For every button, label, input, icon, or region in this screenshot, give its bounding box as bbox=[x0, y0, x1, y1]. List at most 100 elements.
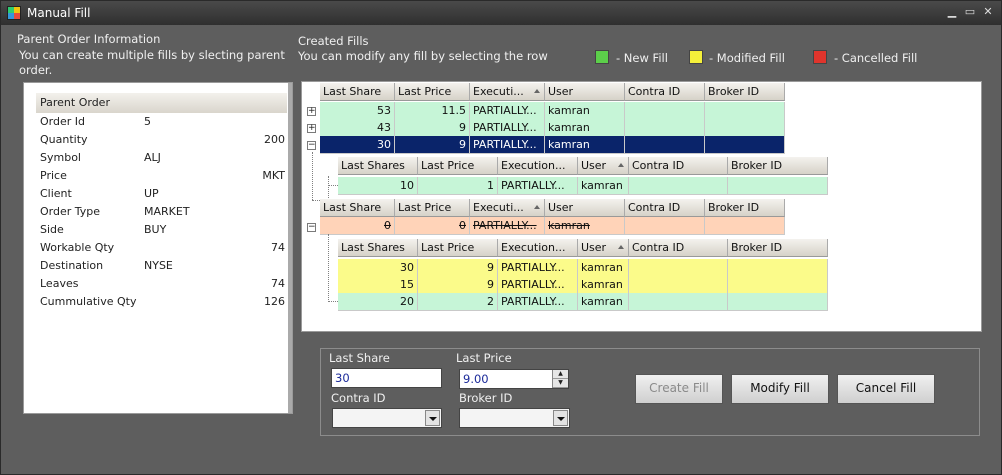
close-icon[interactable]: ✕ bbox=[981, 5, 995, 19]
minimize-icon[interactable]: ▁ bbox=[945, 5, 959, 19]
maximize-icon[interactable]: ▭ bbox=[963, 5, 977, 19]
grid-cell-contra-id bbox=[625, 119, 705, 137]
grid-cell-user: kamran bbox=[578, 177, 629, 195]
modify-fill-button[interactable]: Modify Fill bbox=[731, 374, 829, 404]
column-header-label: Broker ID bbox=[708, 85, 760, 98]
column-header[interactable]: Contra ID bbox=[629, 157, 728, 175]
grid-cell-user: kamran bbox=[578, 259, 629, 277]
column-header-label: Contra ID bbox=[632, 241, 685, 254]
chevron-down-icon[interactable] bbox=[553, 410, 568, 426]
grid-cell-last-price: 2 bbox=[418, 293, 498, 311]
column-header[interactable]: Executi... bbox=[470, 83, 545, 101]
last-share-label: Last Share bbox=[329, 351, 390, 365]
column-header[interactable]: Last Price bbox=[395, 199, 470, 217]
sort-ascending-icon bbox=[618, 163, 624, 167]
collapse-icon[interactable]: − bbox=[307, 223, 316, 232]
grid-cell-last-price: 9 bbox=[418, 259, 498, 277]
grid-cell-user: kamran bbox=[545, 136, 625, 154]
column-header-label: Broker ID bbox=[731, 159, 783, 172]
grid-cell-contra-id bbox=[629, 177, 728, 195]
column-header[interactable]: Broker ID bbox=[728, 239, 828, 257]
column-header-label: User bbox=[548, 85, 574, 98]
grid-cell-last-price: 9 bbox=[418, 276, 498, 294]
last-share-input[interactable]: 30 bbox=[331, 368, 442, 388]
collapse-icon[interactable]: − bbox=[307, 141, 316, 150]
column-header-label: Last Price bbox=[421, 241, 475, 254]
column-header[interactable]: Contra ID bbox=[625, 83, 705, 101]
expand-icon[interactable]: + bbox=[307, 107, 316, 116]
column-header[interactable]: Last Share bbox=[320, 199, 395, 217]
legend-new-label: - New Fill bbox=[616, 51, 668, 65]
create-fill-button[interactable]: Create Fill bbox=[635, 374, 723, 404]
column-header-label: User bbox=[581, 159, 607, 172]
grid-cell-contra-id bbox=[629, 293, 728, 311]
grid-cell-last-price: 1 bbox=[418, 177, 498, 195]
last-price-stepper[interactable]: 9.00 ▲ ▼ bbox=[459, 369, 569, 389]
parent-order-value: 74 bbox=[271, 241, 285, 254]
column-header[interactable]: User bbox=[545, 199, 625, 217]
fills-section-subtitle: You can modify any fill by selecting the… bbox=[298, 49, 548, 63]
column-header-label: Last Price bbox=[398, 85, 452, 98]
column-header[interactable]: Contra ID bbox=[625, 199, 705, 217]
expand-icon[interactable]: + bbox=[307, 124, 316, 133]
column-header[interactable]: Broker ID bbox=[705, 199, 785, 217]
grid-cell-execution: PARTIALLY... bbox=[498, 276, 578, 294]
column-header[interactable]: Contra ID bbox=[629, 239, 728, 257]
parent-order-panel: Parent Order Order Id 5 Quantity 200 Symbol A… bbox=[23, 82, 293, 414]
sort-ascending-icon bbox=[618, 245, 624, 249]
column-header-label: Last Share bbox=[323, 201, 382, 214]
chevron-down-icon[interactable] bbox=[425, 410, 440, 426]
parent-panel-scrollbar[interactable] bbox=[288, 83, 292, 413]
grid-cell-last-price: 9 bbox=[395, 136, 470, 154]
spin-up-icon[interactable]: ▲ bbox=[553, 370, 568, 379]
parent-section-title: Parent Order Information bbox=[17, 32, 161, 46]
tree-connector bbox=[328, 185, 338, 186]
column-header[interactable]: Execution... bbox=[498, 157, 578, 175]
parent-order-key: Order Id bbox=[40, 115, 85, 128]
parent-order-row: Cummulative Qty 126 bbox=[36, 293, 287, 311]
grid-cell-user: kamran bbox=[545, 119, 625, 137]
column-header[interactable]: Last Shares bbox=[338, 157, 418, 175]
column-header[interactable]: User bbox=[578, 239, 629, 257]
grid-cell-broker-id bbox=[705, 136, 785, 154]
broker-id-select[interactable] bbox=[459, 408, 570, 428]
column-header[interactable]: User bbox=[578, 157, 629, 175]
column-header[interactable]: Last Share bbox=[320, 83, 395, 101]
parent-order-key: Workable Qty bbox=[40, 241, 115, 254]
parent-order-key: Symbol bbox=[40, 151, 81, 164]
parent-order-row: Symbol ALJ bbox=[36, 149, 287, 167]
column-header[interactable]: Broker ID bbox=[728, 157, 828, 175]
parent-section-subtitle: You can create multiple fills by slectin… bbox=[19, 48, 285, 77]
grid-cell-execution: PARTIALLY... bbox=[470, 217, 545, 235]
contra-id-select[interactable] bbox=[332, 408, 442, 428]
parent-order-value: 200 bbox=[264, 133, 285, 146]
column-header[interactable]: User bbox=[545, 83, 625, 101]
parent-order-key: Cummulative Qty bbox=[40, 295, 137, 308]
spin-down-icon[interactable]: ▼ bbox=[553, 379, 568, 388]
column-header[interactable]: Broker ID bbox=[705, 83, 785, 101]
last-price-spin[interactable]: ▲ ▼ bbox=[552, 370, 568, 388]
column-header-label: Executi... bbox=[473, 201, 524, 214]
column-header-label: Contra ID bbox=[632, 159, 685, 172]
parent-order-value: NYSE bbox=[144, 259, 173, 272]
cancel-fill-button[interactable]: Cancel Fill bbox=[837, 374, 935, 404]
column-header[interactable]: Last Price bbox=[418, 239, 498, 257]
column-header[interactable]: Last Price bbox=[395, 83, 470, 101]
grid-cell-broker-id bbox=[728, 177, 828, 195]
column-header[interactable]: Last Shares bbox=[338, 239, 418, 257]
column-header[interactable]: Execution... bbox=[498, 239, 578, 257]
legend-modified-swatch bbox=[689, 50, 703, 64]
grid-cell-broker-id bbox=[728, 276, 828, 294]
parent-order-value: 126 bbox=[264, 295, 285, 308]
sort-ascending-icon bbox=[534, 89, 540, 93]
column-header-label: Last Price bbox=[398, 201, 452, 214]
parent-order-value: MARKET bbox=[144, 205, 190, 218]
column-header[interactable]: Executi... bbox=[470, 199, 545, 217]
last-price-label: Last Price bbox=[456, 351, 512, 365]
parent-order-row: Destination NYSE bbox=[36, 257, 287, 275]
column-header-label: Contra ID bbox=[628, 201, 681, 214]
grid-cell-user: kamran bbox=[545, 217, 625, 235]
column-header[interactable]: Last Price bbox=[418, 157, 498, 175]
legend-modified-label: - Modified Fill bbox=[709, 51, 785, 65]
parent-order-row: Order Id 5 bbox=[36, 113, 287, 131]
